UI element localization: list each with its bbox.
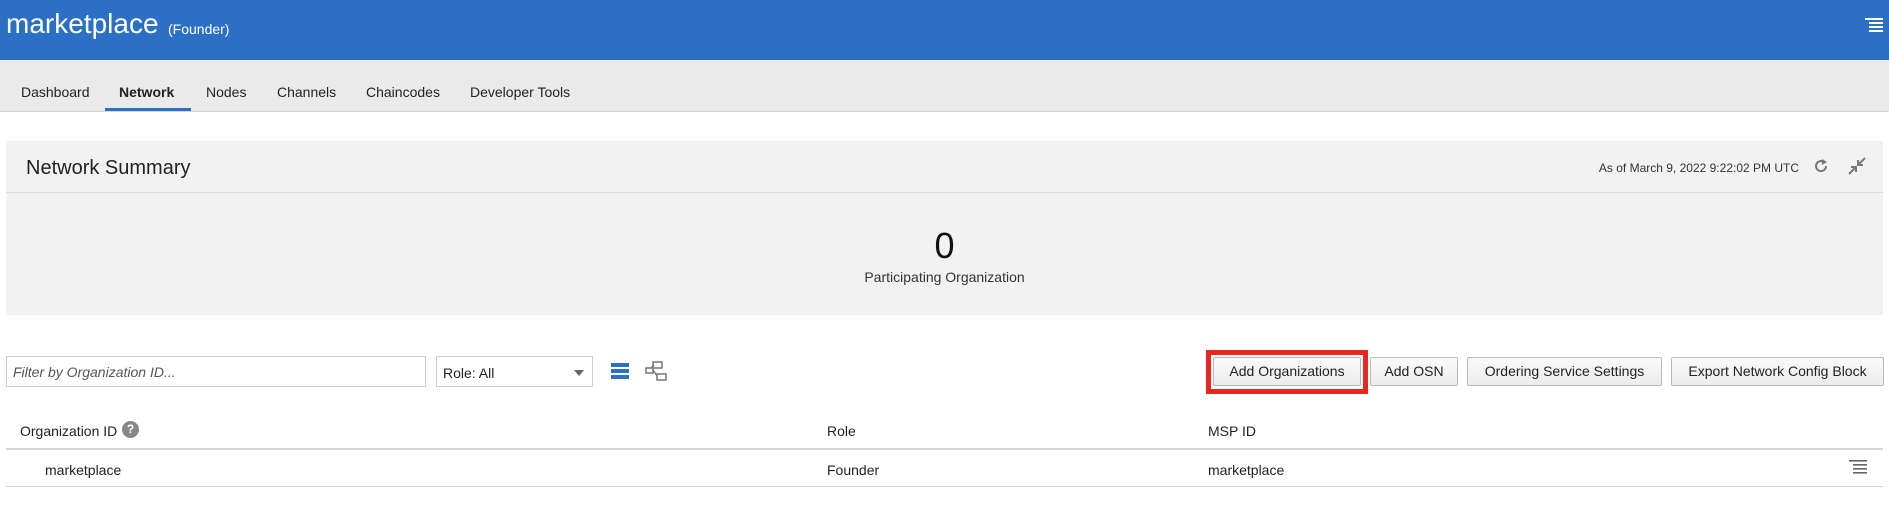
app-role-label: (Founder) <box>168 21 230 37</box>
app-header: marketplace (Founder) <box>0 0 1889 60</box>
tab-developer-tools[interactable]: Developer Tools <box>470 84 570 100</box>
tab-chaincodes[interactable]: Chaincodes <box>366 84 440 100</box>
topology-view-icon[interactable] <box>645 361 667 381</box>
network-summary-panel: Network Summary As of March 9, 2022 9:22… <box>6 141 1883 315</box>
active-tab-indicator <box>105 108 191 111</box>
export-network-config-block-button[interactable]: Export Network Config Block <box>1671 357 1884 386</box>
column-header-organization-id[interactable]: Organization ID <box>20 423 117 439</box>
help-icon[interactable]: ? <box>122 421 139 438</box>
participating-organization-count: 0 <box>934 225 955 266</box>
ordering-service-settings-button[interactable]: Ordering Service Settings <box>1467 357 1662 386</box>
cell-msp-id: marketplace <box>1208 462 1285 478</box>
highlight-box <box>1206 350 1368 394</box>
chevron-down-icon <box>574 370 584 376</box>
column-header-msp-id[interactable]: MSP ID <box>1208 423 1256 439</box>
tab-nodes[interactable]: Nodes <box>206 84 246 100</box>
column-header-role[interactable]: Role <box>827 423 856 439</box>
participating-organization-label: Participating Organization <box>864 269 1025 285</box>
cell-organization-id: marketplace <box>45 462 122 478</box>
organization-filter-input[interactable] <box>6 356 426 387</box>
main-nav-tabs: Dashboard Network Nodes Channels Chainco… <box>0 60 1889 112</box>
app-title: marketplace <box>6 8 159 39</box>
tab-dashboard[interactable]: Dashboard <box>21 84 90 100</box>
last-updated-timestamp: As of March 9, 2022 9:22:02 PM UTC <box>1598 161 1799 175</box>
tab-network[interactable]: Network <box>119 84 174 100</box>
cell-role: Founder <box>827 462 880 478</box>
hamburger-menu-icon[interactable] <box>1865 16 1883 34</box>
role-filter-value: Role: All <box>443 365 495 381</box>
role-filter-select[interactable]: Role: All <box>436 356 593 387</box>
network-summary-header: Network Summary As of March 9, 2022 9:22… <box>6 141 1883 193</box>
row-actions-menu-icon[interactable] <box>1849 459 1867 475</box>
table-row[interactable]: marketplace Founder marketplace <box>6 450 1883 487</box>
add-osn-button[interactable]: Add OSN <box>1370 357 1458 386</box>
refresh-icon[interactable] <box>1812 157 1830 175</box>
collapse-icon[interactable] <box>1848 157 1866 175</box>
organizations-table-header: Organization ID ? Role MSP ID <box>6 414 1883 450</box>
network-summary-title: Network Summary <box>26 157 191 179</box>
tab-channels[interactable]: Channels <box>277 84 336 100</box>
list-view-icon[interactable] <box>610 361 630 381</box>
